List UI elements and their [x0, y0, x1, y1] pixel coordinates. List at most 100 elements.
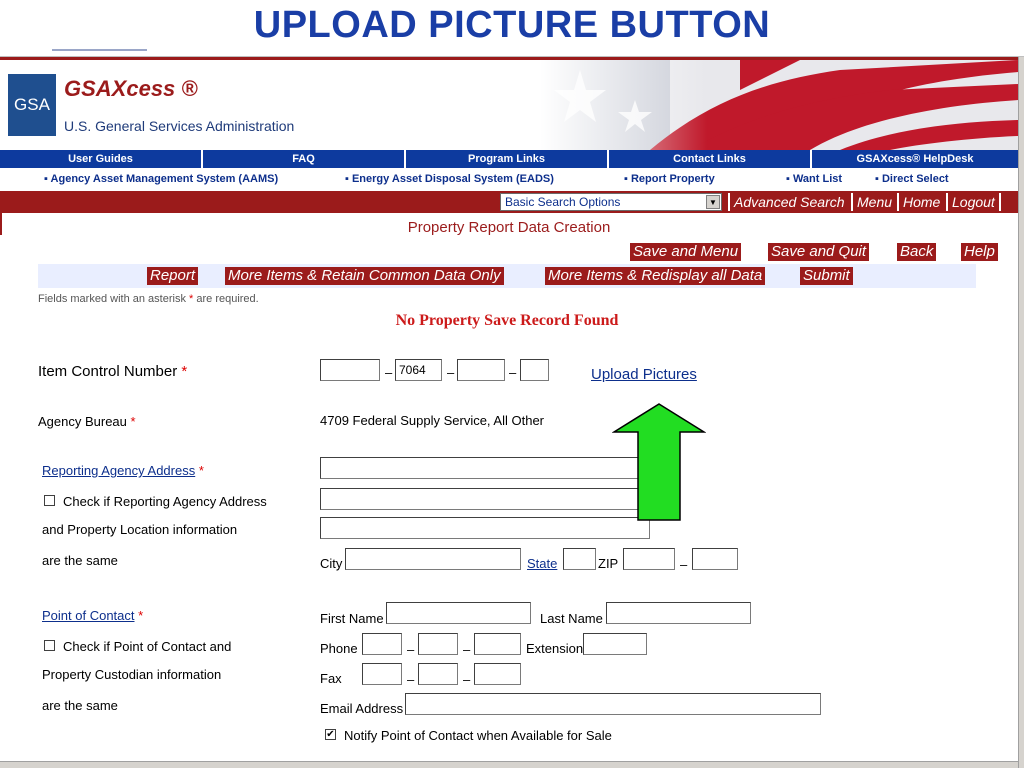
vertical-scrollbar[interactable]	[1018, 57, 1024, 768]
nav-user-guides[interactable]: User Guides	[0, 150, 203, 168]
save-and-menu-button[interactable]: Save and Menu	[630, 243, 742, 261]
phone-label: Phone	[320, 641, 358, 656]
dash-separator: –	[680, 557, 688, 572]
subnav-want-list[interactable]: ▪ Want List	[786, 173, 842, 185]
point-of-contact-link[interactable]: Point of Contact	[42, 608, 135, 623]
home-button[interactable]: Home	[897, 193, 944, 211]
state-input[interactable]	[563, 548, 596, 570]
dash-separator: –	[447, 365, 455, 380]
item-control-label: Item Control Number *	[38, 363, 187, 380]
nav-program-links[interactable]: Program Links	[406, 150, 609, 168]
dash-separator: –	[463, 672, 471, 687]
fax-label: Fax	[320, 671, 342, 686]
fax-prefix-input[interactable]	[418, 663, 458, 685]
address-line-2-input[interactable]	[320, 488, 650, 510]
report-button[interactable]: Report	[147, 267, 199, 285]
address-line-1-input[interactable]	[320, 457, 650, 479]
required-fields-note: Fields marked with an asterisk * are req…	[38, 293, 259, 305]
same-contact-checkbox[interactable]	[44, 640, 55, 651]
no-record-message: No Property Save Record Found	[395, 312, 619, 329]
site-header: GSA GSAXcess ® U.S. General Services Adm…	[0, 60, 1018, 150]
required-star: *	[198, 463, 204, 478]
nav-faq[interactable]: FAQ	[203, 150, 406, 168]
city-label: City	[320, 556, 343, 571]
same-contact-line-1: Check if Point of Contact and	[63, 639, 232, 654]
notify-checkbox[interactable]: ✔	[325, 729, 336, 740]
slide-title: UPLOAD PICTURE BUTTON	[253, 4, 771, 46]
gsa-logo: GSA	[8, 74, 56, 136]
first-name-label: First Name	[320, 611, 384, 626]
dash-separator: –	[509, 365, 517, 380]
back-button[interactable]: Back	[897, 243, 937, 261]
dash-separator: –	[407, 642, 415, 657]
search-options-value: Basic Search Options	[505, 195, 621, 209]
item-control-segment-1[interactable]	[320, 359, 380, 381]
state-link[interactable]: State	[527, 556, 557, 571]
zip-extension-input[interactable]	[692, 548, 738, 570]
email-input[interactable]	[405, 693, 821, 715]
extension-input[interactable]	[583, 633, 647, 655]
reporting-address-link[interactable]: Reporting Agency Address	[42, 463, 195, 478]
required-star: *	[130, 414, 136, 429]
point-of-contact-label: Point of Contact *	[42, 608, 143, 623]
secondary-nav: ▪ Agency Asset Management System (AAMS) …	[0, 169, 1018, 189]
item-control-segment-3[interactable]	[457, 359, 505, 381]
menu-button[interactable]: Menu	[851, 193, 896, 211]
item-control-segment-4[interactable]	[520, 359, 549, 381]
item-control-segment-2[interactable]	[395, 359, 442, 381]
city-input[interactable]	[345, 548, 521, 570]
address-line-3-input[interactable]	[320, 517, 650, 539]
subnav-aams[interactable]: ▪ Agency Asset Management System (AAMS)	[44, 173, 278, 185]
subnav-report-property[interactable]: ▪ Report Property	[624, 173, 715, 185]
same-address-line-2: and Property Location information	[42, 522, 238, 537]
fax-area-input[interactable]	[362, 663, 402, 685]
phone-prefix-input[interactable]	[418, 633, 458, 655]
nav-contact-links[interactable]: Contact Links	[609, 150, 812, 168]
agency-bureau-label-text: Agency Bureau	[38, 414, 127, 429]
phone-area-input[interactable]	[362, 633, 402, 655]
same-address-line-3: are the same	[42, 553, 118, 568]
dash-separator: –	[385, 365, 393, 380]
subnav-eads[interactable]: ▪ Energy Asset Disposal System (EADS)	[345, 173, 554, 185]
logout-button[interactable]: Logout	[946, 193, 1001, 211]
agency-name: U.S. General Services Administration	[64, 118, 295, 134]
required-star: *	[181, 363, 188, 380]
dash-separator: –	[407, 672, 415, 687]
save-and-quit-button[interactable]: Save and Quit	[768, 243, 870, 261]
search-options-select[interactable]: Basic Search Options ▼	[500, 193, 722, 211]
notify-label: Notify Point of Contact when Available f…	[344, 728, 612, 743]
subnav-direct-select[interactable]: ▪ Direct Select	[875, 173, 949, 185]
dash-separator: –	[463, 642, 471, 657]
browser-window: GSA GSAXcess ® U.S. General Services Adm…	[0, 56, 1024, 768]
agency-bureau-value: 4709 Federal Supply Service, All Other	[320, 413, 545, 428]
same-contact-line-3: are the same	[42, 698, 118, 713]
american-flag-banner	[540, 60, 1018, 150]
same-address-line-1: Check if Reporting Agency Address	[63, 494, 267, 509]
status-bar	[0, 761, 1018, 768]
more-items-redisplay-button[interactable]: More Items & Redisplay all Data	[545, 267, 766, 285]
help-button[interactable]: Help	[961, 243, 998, 261]
agency-bureau-label: Agency Bureau *	[38, 414, 136, 429]
fields-note-suffix: are required.	[196, 293, 259, 305]
fax-line-input[interactable]	[474, 663, 521, 685]
same-address-checkbox[interactable]	[44, 495, 55, 506]
upload-pictures-link[interactable]: Upload Pictures	[591, 366, 697, 383]
primary-nav: User Guides FAQ Program Links Contact Li…	[0, 150, 1018, 168]
first-name-input[interactable]	[386, 602, 531, 624]
nav-helpdesk[interactable]: GSAXcess® HelpDesk	[812, 150, 1018, 168]
more-items-retain-button[interactable]: More Items & Retain Common Data Only	[225, 267, 504, 285]
submit-button[interactable]: Submit	[800, 267, 853, 285]
chevron-down-icon[interactable]: ▼	[706, 195, 720, 209]
advanced-search-button[interactable]: Advanced Search	[728, 193, 849, 211]
item-control-label-text: Item Control Number	[38, 363, 178, 380]
up-arrow-icon	[612, 403, 706, 521]
brand-name: GSAXcess ®	[64, 76, 198, 101]
search-toolbar: Basic Search Options ▼ Advanced Search M…	[0, 191, 1018, 213]
phone-line-input[interactable]	[474, 633, 521, 655]
reporting-address-label: Reporting Agency Address *	[42, 463, 204, 478]
zip-label: ZIP	[598, 556, 619, 571]
required-star: *	[189, 293, 194, 305]
page-title: Property Report Data Creation	[407, 219, 611, 236]
zip-input[interactable]	[623, 548, 675, 570]
last-name-input[interactable]	[606, 602, 751, 624]
